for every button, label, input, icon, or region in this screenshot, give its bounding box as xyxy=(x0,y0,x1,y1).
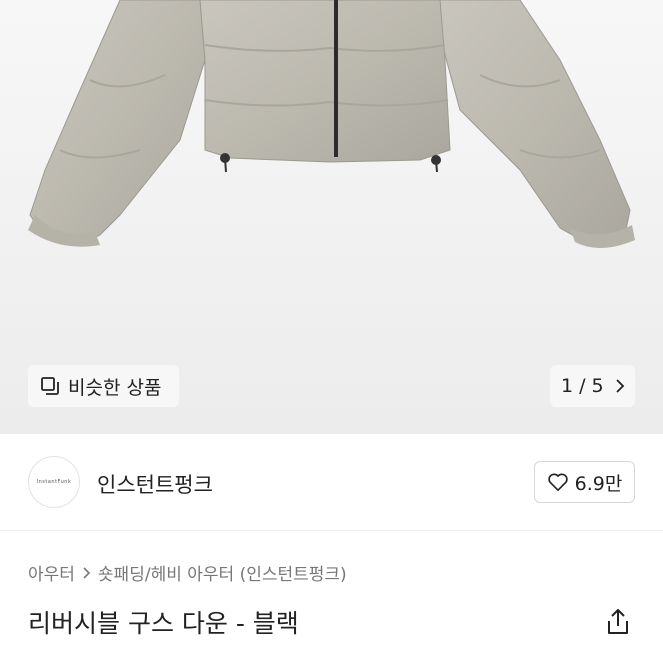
store-name[interactable]: 인스턴트펑크 xyxy=(97,469,213,499)
like-count: 6.9만 xyxy=(574,472,623,495)
pager-separator: / xyxy=(579,375,586,397)
similar-products-label: 비슷한 상품 xyxy=(68,376,162,399)
store-logo[interactable]: InstantFunk xyxy=(28,456,80,508)
heart-icon xyxy=(547,473,568,491)
pager-current: 1 xyxy=(561,375,574,397)
stacked-squares-icon xyxy=(41,377,59,395)
pager-total: 5 xyxy=(591,375,604,397)
store-info-row[interactable]: InstantFunk 인스턴트펑크 6.9만 xyxy=(0,434,663,530)
similar-products-button[interactable]: 비슷한 상품 xyxy=(28,365,179,407)
image-pager-button[interactable]: 1 / 5 xyxy=(550,365,635,407)
breadcrumb-category[interactable]: 아우터 xyxy=(28,560,75,585)
breadcrumb-subcategory[interactable]: 숏패딩/헤비 아우터 (인스턴트펑크) xyxy=(98,560,347,585)
section-divider xyxy=(0,530,663,531)
like-button[interactable]: 6.9만 xyxy=(534,461,635,503)
product-title: 리버시블 구스 다운 - 블랙 xyxy=(28,609,299,638)
chevron-right-icon xyxy=(615,379,624,393)
share-icon[interactable] xyxy=(604,607,632,637)
chevron-right-icon xyxy=(83,566,91,579)
breadcrumb: 아우터 숏패딩/헤비 아우터 (인스턴트펑크) xyxy=(28,560,347,585)
store-logo-text: InstantFunk xyxy=(36,479,72,485)
product-image-gallery[interactable]: 비슷한 상품 1 / 5 xyxy=(0,0,663,434)
